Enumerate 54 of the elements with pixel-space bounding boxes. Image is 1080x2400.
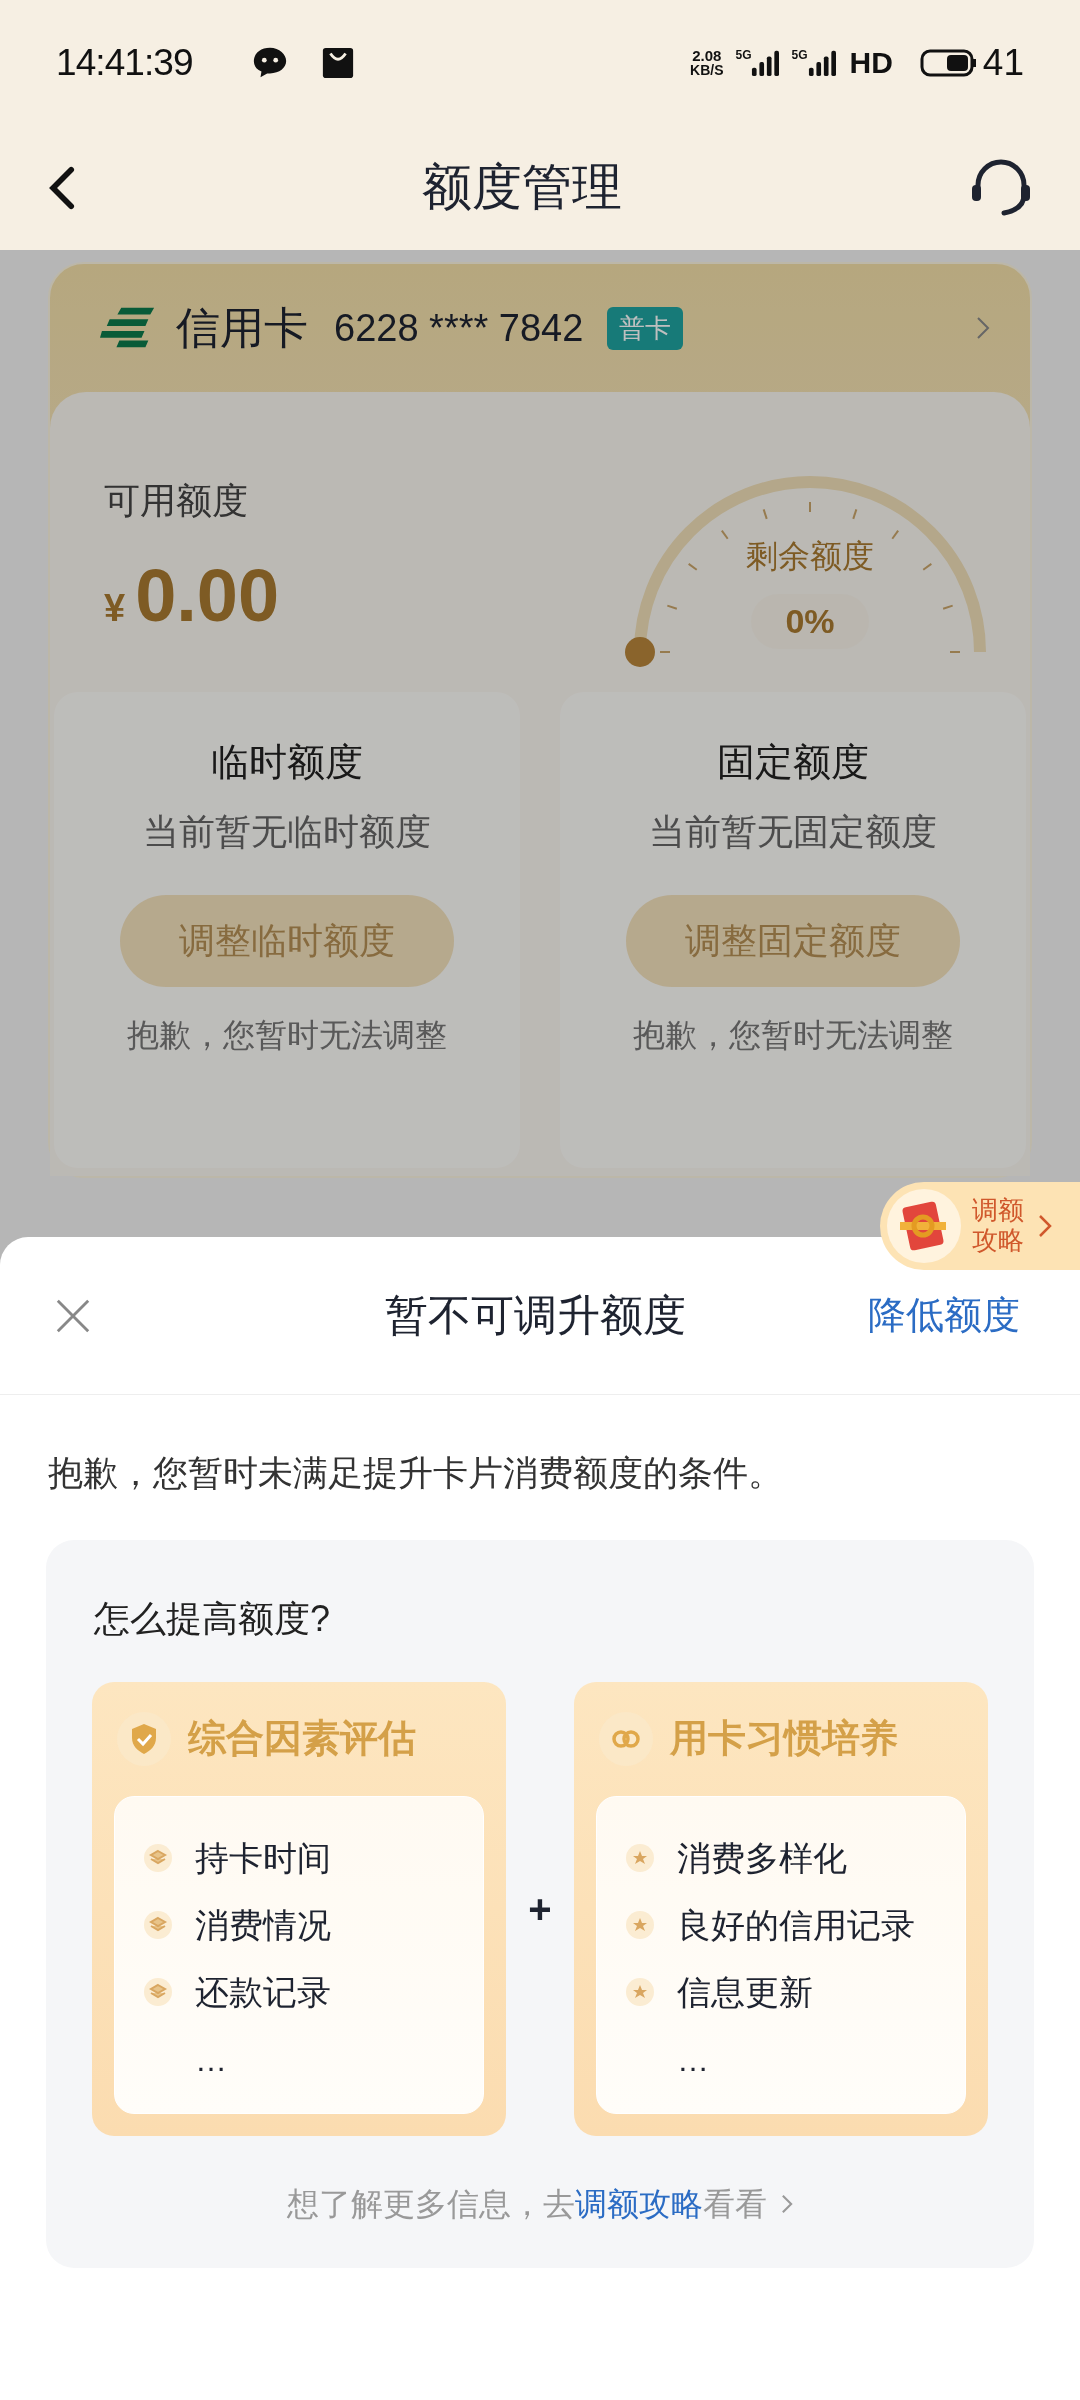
tip-item: 还款记录 (195, 1971, 331, 2013)
chevron-right-icon[interactable] (781, 2193, 793, 2214)
plus-sign: + (527, 1885, 553, 1933)
guide-float-button[interactable]: 调额攻略 (880, 1182, 1080, 1270)
card-number: 6228 **** 7842 (334, 305, 584, 351)
bag-icon (320, 45, 355, 80)
network-speed: 2.08 (692, 48, 722, 63)
card-level-badge: 普卡 (607, 306, 684, 350)
signal-icon (807, 48, 836, 77)
limit-note: 当前暂无固定额度 (649, 810, 937, 854)
strategy-link[interactable]: 调额攻略 (575, 2185, 703, 2222)
book-icon (886, 1188, 962, 1264)
limit-hint: 抱歉，您暂时无法调整 (633, 1016, 953, 1055)
tips-heading: 怎么提高额度? (94, 1596, 332, 1641)
network-type: 5G (791, 48, 808, 61)
page-title: 额度管理 (422, 158, 622, 217)
limit-note: 当前暂无临时额度 (143, 810, 431, 854)
signal-icon (751, 48, 780, 77)
status-time: 14:41:39 (56, 40, 193, 85)
tip-item: 持卡时间 (195, 1837, 331, 1879)
chevron-right-icon (1038, 1214, 1052, 1238)
network-type: 5G (735, 48, 752, 61)
more-ellipsis: … (677, 2040, 710, 2080)
rings-icon (598, 1710, 654, 1767)
tip-card-title: 用卡习惯培养 (670, 1716, 898, 1761)
gauge-reading: 0% (751, 594, 869, 649)
shield-check-icon (116, 1710, 172, 1767)
gauge-label: 剩余额度 (746, 537, 874, 576)
card-type: 信用卡 (176, 302, 308, 354)
limit-title: 固定额度 (717, 740, 869, 785)
tip-item: 信息更新 (677, 1971, 813, 2013)
available-amount: 0.00 (135, 553, 280, 639)
battery-level: 41 (982, 40, 1024, 85)
sheet-title: 暂不可调升额度 (384, 1290, 686, 1342)
hd-indicator: HD (849, 45, 893, 81)
layers-icon (143, 1843, 173, 1873)
tip-item: 消费多样化 (677, 1837, 847, 1879)
limit-hint: 抱歉，您暂时无法调整 (127, 1016, 447, 1055)
layers-icon (143, 1977, 173, 2007)
more-ellipsis: … (195, 2040, 228, 2080)
more-info-text: 想了解更多信息，去调额攻略看看 (287, 2184, 767, 2224)
layers-icon (143, 1910, 173, 1940)
battery-icon (918, 47, 977, 78)
available-limit-label: 可用额度 (104, 479, 249, 523)
tip-item: 消费情况 (195, 1904, 331, 1946)
sheet-message: 抱歉，您暂时未满足提升卡片消费额度的条件。 (47, 1452, 784, 1494)
lower-limit-link[interactable]: 降低额度 (868, 1287, 1020, 1344)
guide-label: 调额攻略 (972, 1196, 1024, 1256)
tip-card-title: 综合因素评估 (188, 1716, 416, 1761)
limit-title: 临时额度 (211, 740, 363, 785)
chevron-right-icon[interactable] (976, 316, 990, 340)
tip-item: 良好的信用记录 (677, 1904, 915, 1946)
network-speed-unit: KB/S (690, 63, 724, 77)
currency-symbol: ¥ (104, 586, 126, 631)
